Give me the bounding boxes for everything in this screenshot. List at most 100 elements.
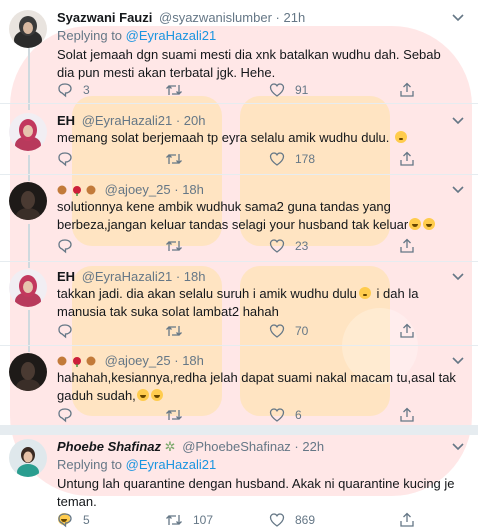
reply-icon xyxy=(58,408,72,423)
retweet-button[interactable] xyxy=(165,322,193,340)
chevron-down-icon[interactable] xyxy=(452,14,464,22)
like-button[interactable]: 178 xyxy=(269,150,315,168)
like-button[interactable]: 6 xyxy=(269,406,302,424)
tweet-header: @ajoey_25 · 18h xyxy=(57,182,204,197)
user-handle[interactable]: @ajoey_25 xyxy=(105,182,171,197)
display-name[interactable]: EH xyxy=(57,113,75,128)
chevron-down-icon[interactable] xyxy=(452,117,464,125)
separator-dot: · xyxy=(275,10,280,25)
tweet-actions: 3 91 xyxy=(57,81,457,99)
timestamp[interactable]: 22h xyxy=(302,439,324,454)
heart-icon xyxy=(269,324,285,338)
avatar[interactable] xyxy=(9,353,47,391)
laughing-emoji xyxy=(423,218,436,230)
avatar[interactable] xyxy=(9,113,47,151)
reply-prefix: Replying to xyxy=(57,28,123,43)
tweet-text: hahahah,kesiannya,redha jelah dapat suam… xyxy=(57,369,457,405)
timestamp[interactable]: 18h xyxy=(182,353,204,368)
display-name[interactable]: EH xyxy=(57,269,75,284)
like-button[interactable]: 91 xyxy=(269,81,308,99)
tweet-thread: Syazwani Fauzi @syazwanislumber · 21h Re… xyxy=(0,0,478,530)
share-icon xyxy=(400,82,414,97)
tweet-text: solutionnya kene ambik wudhuk sama2 guna… xyxy=(57,198,457,234)
tweet-header: @ajoey_25 · 18h xyxy=(57,353,204,368)
retweet-count: 107 xyxy=(193,513,214,527)
retweet-button[interactable] xyxy=(165,406,193,424)
like-count: 23 xyxy=(295,239,309,253)
tweet-header: Phoebe Shafinaz ✲ @PhoebeShafinaz · 22h xyxy=(57,439,324,455)
timestamp[interactable]: 18h xyxy=(184,269,206,284)
retweet-button[interactable] xyxy=(165,237,193,255)
retweet-button[interactable] xyxy=(165,150,193,168)
avatar[interactable] xyxy=(9,10,47,48)
tweet[interactable]: EH @EyraHazali21 · 18h takkan jadi. dia … xyxy=(0,269,478,349)
tweet-header: Syazwani Fauzi @syazwanislumber · 21h xyxy=(57,10,305,25)
timestamp[interactable]: 21h xyxy=(284,10,306,25)
avatar[interactable] xyxy=(9,182,47,220)
timestamp[interactable]: 18h xyxy=(182,182,204,197)
tweet-text-content: Untung lah quarantine dengan husband. Ak… xyxy=(57,476,455,509)
reply-button[interactable] xyxy=(57,150,83,168)
laughing-emoji xyxy=(409,218,422,230)
tired-face-emoji xyxy=(395,131,408,143)
display-name[interactable]: Syazwani Fauzi xyxy=(57,10,152,25)
tweet[interactable]: EH @EyraHazali21 · 20h memang solat berj… xyxy=(0,113,478,173)
user-handle[interactable]: @EyraHazali21 xyxy=(82,113,173,128)
reply-mention[interactable]: @EyraHazali21 xyxy=(126,457,217,472)
tweet-actions: 6 xyxy=(57,406,457,424)
user-handle[interactable]: @ajoey_25 xyxy=(105,353,171,368)
retweet-icon xyxy=(166,85,182,95)
share-button[interactable] xyxy=(399,322,415,340)
divider xyxy=(0,174,478,175)
retweet-button[interactable]: 107 xyxy=(165,511,213,529)
like-button[interactable]: 23 xyxy=(269,237,308,255)
chevron-down-icon[interactable] xyxy=(452,273,464,281)
tweet-actions: 5 107 869 xyxy=(57,511,457,529)
reply-button[interactable] xyxy=(57,237,83,255)
divider xyxy=(0,345,478,346)
chevron-down-icon[interactable] xyxy=(452,443,464,451)
heart-icon xyxy=(269,152,285,166)
user-handle[interactable]: @syazwanislumber xyxy=(159,10,272,25)
user-handle[interactable]: @EyraHazali21 xyxy=(82,269,173,284)
reply-button[interactable] xyxy=(57,406,83,424)
share-button[interactable] xyxy=(399,406,415,424)
tweet-text-content: solutionnya kene ambik wudhuk sama2 guna… xyxy=(57,199,409,232)
share-button[interactable] xyxy=(399,511,415,529)
chevron-down-icon[interactable] xyxy=(452,186,464,194)
share-icon xyxy=(400,151,414,166)
reply-icon xyxy=(58,83,72,98)
like-count: 70 xyxy=(295,324,309,338)
timestamp[interactable]: 20h xyxy=(184,113,206,128)
avatar[interactable] xyxy=(9,269,47,307)
tweet-text: takkan jadi. dia akan selalu suruh i ami… xyxy=(57,285,457,321)
share-button[interactable] xyxy=(399,150,415,168)
like-button[interactable]: 70 xyxy=(269,322,308,340)
retweet-button[interactable] xyxy=(165,81,193,99)
separator-dot: · xyxy=(174,182,179,197)
share-button[interactable] xyxy=(399,81,415,99)
reply-button[interactable]: 3 xyxy=(57,81,90,99)
display-name[interactable]: Phoebe Shafinaz xyxy=(57,439,161,454)
reply-icon xyxy=(58,152,72,167)
share-button[interactable] xyxy=(399,237,415,255)
tweet[interactable]: Syazwani Fauzi @syazwanislumber · 21h Re… xyxy=(0,10,478,110)
tweet[interactable]: @ajoey_25 · 18h solutionnya kene ambik w… xyxy=(0,182,478,262)
share-icon xyxy=(400,512,414,527)
reply-icon xyxy=(58,239,72,254)
share-icon xyxy=(400,238,414,253)
reply-icon xyxy=(58,513,72,528)
reply-button[interactable]: 5 xyxy=(57,511,90,529)
avatar[interactable] xyxy=(9,439,47,477)
tweet[interactable]: Phoebe Shafinaz ✲ @PhoebeShafinaz · 22h … xyxy=(0,439,478,530)
reply-mention[interactable]: @EyraHazali21 xyxy=(126,28,217,43)
like-count: 6 xyxy=(295,408,302,422)
tweet-header: EH @EyraHazali21 · 20h xyxy=(57,113,206,128)
reply-button[interactable] xyxy=(57,322,83,340)
tweet-text-part: takkan jadi. dia akan selalu suruh i ami… xyxy=(57,286,357,301)
tweet[interactable]: @ajoey_25 · 18h hahahah,kesiannya,redha … xyxy=(0,353,478,425)
retweet-icon xyxy=(166,515,182,525)
user-handle[interactable]: @PhoebeShafinaz xyxy=(182,439,291,454)
like-button[interactable]: 869 xyxy=(269,511,315,529)
chevron-down-icon[interactable] xyxy=(452,357,464,365)
